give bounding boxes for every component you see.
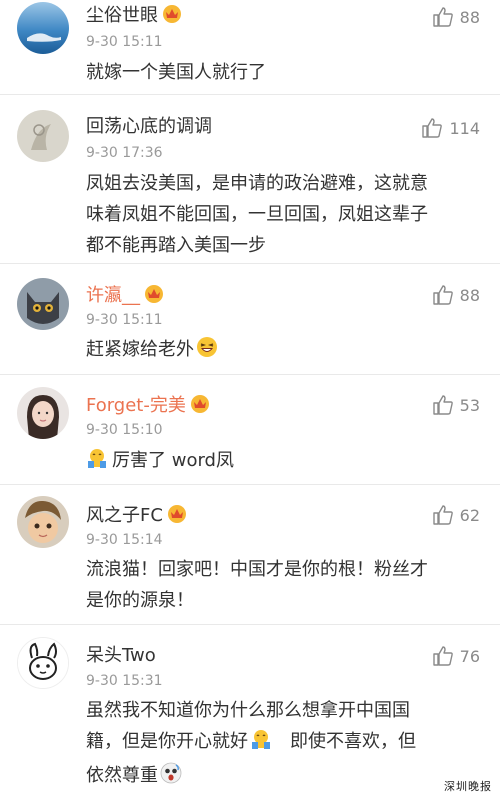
avatar[interactable] — [17, 387, 69, 439]
comment-item: 呆头Two 9-30 15:31 76 虽然我不知道你为什么那么想拿开中国国 籍… — [0, 625, 500, 800]
like-count: 88 — [459, 285, 480, 305]
comment-text: 就嫁一个美国人就行了 — [86, 62, 266, 83]
comment-item: 尘俗世眼 9-30 15:11 88 就嫁一个美国人就行了 — [0, 0, 500, 95]
thumbs-up-icon — [432, 645, 454, 667]
thumbs-up-icon — [432, 394, 454, 416]
comment-text: 虽然我不知道你为什么那么想拿开中国国 籍，但是你开心就好 即使不喜欢，但 依然尊重 — [86, 695, 480, 794]
timestamp: 9-30 15:31 — [86, 673, 163, 689]
like-button[interactable]: 88 — [432, 284, 480, 306]
laughing-face-icon — [196, 336, 218, 368]
watermark: 深圳晚报 — [444, 780, 492, 793]
comment-text: 流浪猫！回家吧！中国才是你的根！粉丝才 是你的源泉！ — [86, 559, 428, 611]
crown-icon — [144, 284, 164, 310]
avatar[interactable] — [17, 110, 69, 162]
avatar[interactable] — [17, 278, 69, 330]
like-button[interactable]: 53 — [432, 394, 480, 416]
crown-icon — [190, 394, 210, 420]
thumbs-up-icon — [432, 6, 454, 28]
like-button[interactable]: 62 — [432, 504, 480, 526]
thumbs-up-face-icon — [250, 728, 272, 760]
username[interactable]: Forget-完美 — [86, 394, 210, 420]
crown-icon — [167, 504, 187, 530]
comment-text: 赶紧嫁给老外 — [86, 334, 480, 368]
thumbs-up-face-icon — [86, 447, 108, 479]
username[interactable]: 回荡心底的调调 — [86, 116, 212, 138]
like-button[interactable]: 114 — [421, 117, 480, 139]
username[interactable]: 风之子FC — [86, 504, 187, 530]
like-count: 88 — [459, 7, 480, 27]
like-button[interactable]: 88 — [432, 6, 480, 28]
avatar[interactable] — [17, 496, 69, 548]
thumbs-up-icon — [421, 117, 443, 139]
like-count: 114 — [449, 118, 480, 138]
timestamp: 9-30 15:14 — [86, 532, 163, 548]
comment-item: Forget-完美 9-30 15:10 53 厉害了 word凤 — [0, 375, 500, 485]
crown-icon — [162, 4, 182, 30]
comment-text: 凤姐去没美国，是申请的政治避难，这就意 味着凤姐不能回国，一旦回国，凤姐这辈子 … — [86, 173, 428, 256]
comment-text: 厉害了 word凤 — [86, 445, 480, 479]
timestamp: 9-30 15:10 — [86, 422, 163, 438]
like-button[interactable]: 76 — [432, 645, 480, 667]
like-count: 62 — [459, 505, 480, 525]
timestamp: 9-30 17:36 — [86, 145, 163, 161]
username[interactable]: 呆头Two — [86, 645, 156, 667]
timestamp: 9-30 15:11 — [86, 312, 163, 328]
thumbs-up-icon — [432, 284, 454, 306]
timestamp: 9-30 15:11 — [86, 34, 163, 50]
avatar[interactable] — [17, 637, 69, 689]
avatar[interactable] — [17, 2, 69, 54]
comment-item: 许瀛__ 9-30 15:11 88 赶紧嫁给老外 — [0, 264, 500, 375]
scared-face-icon — [160, 762, 182, 794]
username[interactable]: 尘俗世眼 — [86, 4, 182, 30]
like-count: 53 — [459, 395, 480, 415]
comment-item: 风之子FC 9-30 15:14 62 流浪猫！回家吧！中国才是你的根！粉丝才 … — [0, 485, 500, 625]
comment-item: 回荡心底的调调 9-30 17:36 114 凤姐去没美国，是申请的政治避难，这… — [0, 95, 500, 264]
thumbs-up-icon — [432, 504, 454, 526]
username[interactable]: 许瀛__ — [86, 284, 164, 310]
like-count: 76 — [459, 646, 480, 666]
